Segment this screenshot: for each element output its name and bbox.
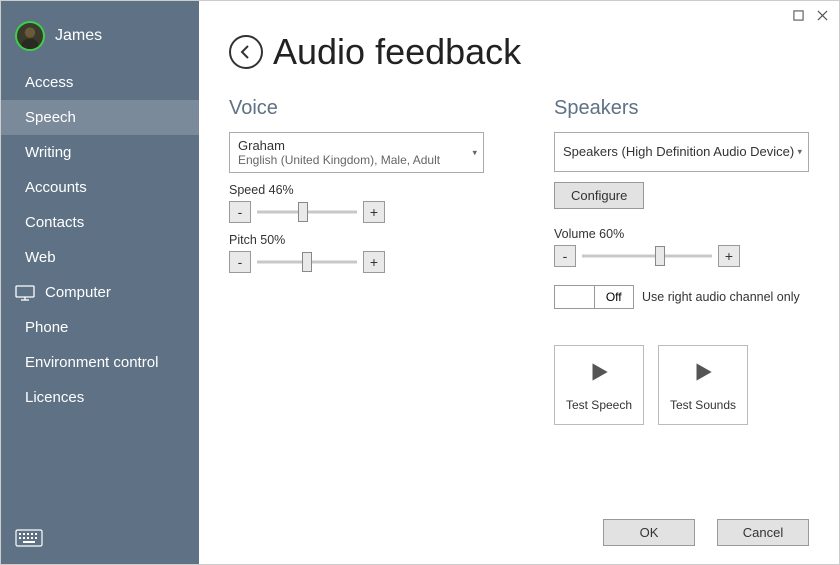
sidebar-item-label: Phone (25, 319, 68, 336)
main-panel: Audio feedback Voice Graham English (Uni… (199, 1, 839, 564)
speed-slider-row: - + (229, 201, 484, 223)
page-header: Audio feedback (229, 31, 809, 73)
voice-selected-detail: English (United Kingdom), Male, Adult (238, 153, 475, 167)
toggle-off-half: Off (594, 286, 634, 308)
speed-slider-group: Speed 46% - + (229, 183, 484, 223)
test-speech-button[interactable]: Test Speech (554, 345, 644, 425)
pitch-label: Pitch 50% (229, 233, 484, 247)
sidebar-item-phone[interactable]: Phone (1, 310, 199, 345)
sidebar-item-label: Environment control (25, 354, 158, 371)
speakers-dropdown[interactable]: Speakers (High Definition Audio Device) (554, 132, 809, 172)
cancel-button[interactable]: Cancel (717, 519, 809, 546)
voice-section-title: Voice (229, 97, 484, 120)
avatar (15, 21, 45, 51)
volume-slider-row: - + (554, 245, 809, 267)
sidebar-item-label: Contacts (25, 214, 84, 231)
volume-plus-button[interactable]: + (718, 245, 740, 267)
sidebar-footer (15, 529, 43, 552)
sidebar-item-environment-control[interactable]: Environment control (1, 345, 199, 380)
pitch-slider-row: - + (229, 251, 484, 273)
pitch-plus-button[interactable]: + (363, 251, 385, 273)
play-icon (690, 359, 716, 390)
sidebar-item-label: Computer (45, 284, 111, 301)
close-icon[interactable] (815, 5, 829, 25)
sidebar-item-access[interactable]: Access (1, 65, 199, 100)
sidebar-item-label: Accounts (25, 179, 87, 196)
sidebar-item-computer[interactable]: Computer (1, 275, 199, 310)
speed-thumb[interactable] (298, 202, 308, 222)
right-channel-label: Use right audio channel only (642, 290, 800, 304)
test-speech-label: Test Speech (566, 398, 632, 412)
pitch-minus-button[interactable]: - (229, 251, 251, 273)
sidebar-item-label: Licences (25, 389, 84, 406)
test-sounds-label: Test Sounds (670, 398, 736, 412)
sidebar-item-label: Access (25, 74, 73, 91)
ok-button[interactable]: OK (603, 519, 695, 546)
sidebar-item-label: Writing (25, 144, 71, 161)
monitor-icon (15, 285, 35, 301)
sidebar-item-writing[interactable]: Writing (1, 135, 199, 170)
voice-selected-name: Graham (238, 138, 475, 153)
maximize-icon[interactable] (791, 5, 805, 25)
pitch-slider-group: Pitch 50% - + (229, 233, 484, 273)
pitch-track[interactable] (257, 251, 357, 273)
toggle-on-half (555, 286, 594, 308)
sidebar-item-label: Web (25, 249, 56, 266)
dialog-buttons: OK Cancel (603, 519, 809, 546)
speed-minus-button[interactable]: - (229, 201, 251, 223)
sidebar-item-web[interactable]: Web (1, 240, 199, 275)
sidebar-item-licences[interactable]: Licences (1, 380, 199, 415)
profile-name: James (55, 27, 102, 45)
profile-row[interactable]: James (1, 1, 199, 65)
speed-track[interactable] (257, 201, 357, 223)
configure-button[interactable]: Configure (554, 182, 644, 209)
columns: Voice Graham English (United Kingdom), M… (229, 97, 809, 425)
voice-dropdown[interactable]: Graham English (United Kingdom), Male, A… (229, 132, 484, 173)
sidebar-item-contacts[interactable]: Contacts (1, 205, 199, 240)
keyboard-icon[interactable] (15, 534, 43, 551)
speed-plus-button[interactable]: + (363, 201, 385, 223)
sidebar-item-accounts[interactable]: Accounts (1, 170, 199, 205)
right-channel-toggle[interactable]: Off (554, 285, 634, 309)
configure-row: Configure (554, 182, 809, 209)
title-bar (791, 1, 839, 25)
volume-label: Volume 60% (554, 227, 809, 241)
app-window: James Access Speech Writing Accounts Con… (0, 0, 840, 565)
play-icon (586, 359, 612, 390)
volume-slider-group: Volume 60% - + (554, 227, 809, 267)
test-sounds-button[interactable]: Test Sounds (658, 345, 748, 425)
right-channel-row: Off Use right audio channel only (554, 285, 809, 309)
page-title: Audio feedback (273, 31, 521, 73)
speakers-selected: Speakers (High Definition Audio Device) (563, 144, 800, 160)
speakers-column: Speakers Speakers (High Definition Audio… (554, 97, 809, 425)
voice-column: Voice Graham English (United Kingdom), M… (229, 97, 484, 425)
back-button[interactable] (229, 35, 263, 69)
volume-minus-button[interactable]: - (554, 245, 576, 267)
track-line (582, 255, 712, 258)
volume-track[interactable] (582, 245, 712, 267)
test-buttons-row: Test Speech Test Sounds (554, 345, 809, 425)
speed-label: Speed 46% (229, 183, 484, 197)
pitch-thumb[interactable] (302, 252, 312, 272)
speakers-section-title: Speakers (554, 97, 809, 120)
sidebar-item-speech[interactable]: Speech (1, 100, 199, 135)
sidebar-nav: Access Speech Writing Accounts Contacts … (1, 65, 199, 415)
sidebar: James Access Speech Writing Accounts Con… (1, 1, 199, 564)
sidebar-item-label: Speech (25, 109, 76, 126)
volume-thumb[interactable] (655, 246, 665, 266)
